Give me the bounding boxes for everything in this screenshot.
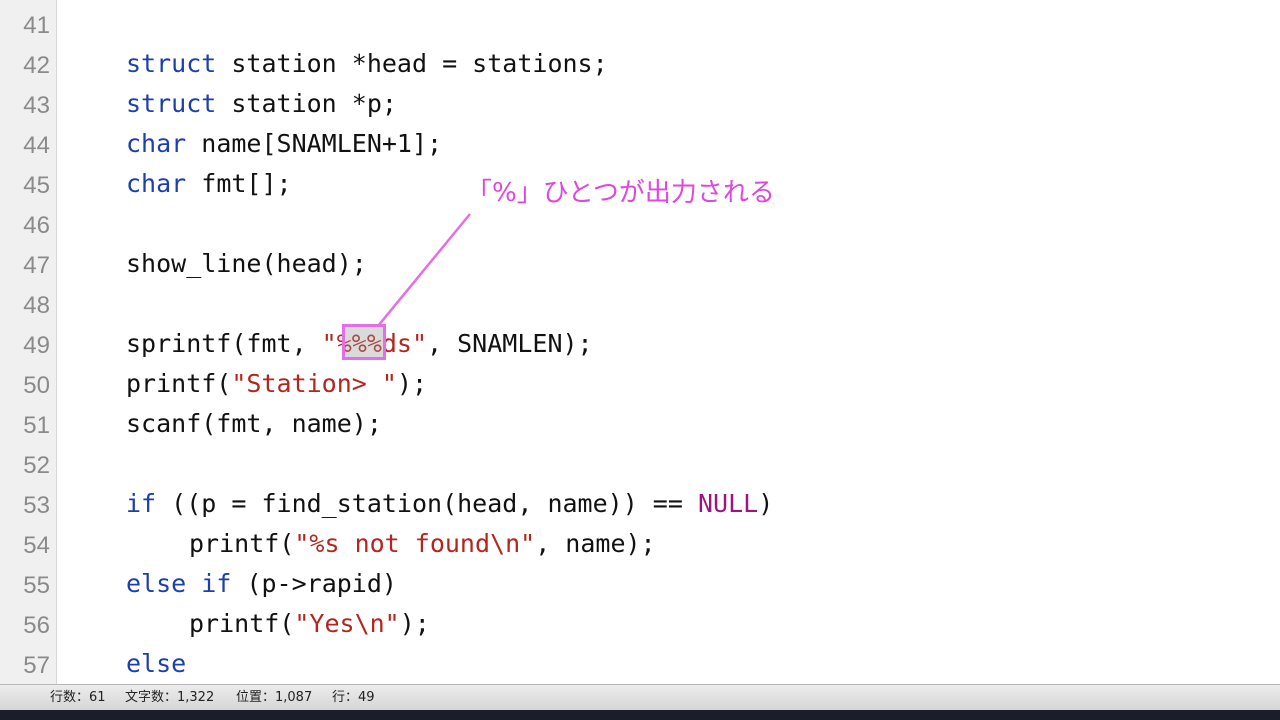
line-number: 52 bbox=[23, 452, 50, 479]
line-number: 53 bbox=[23, 492, 50, 519]
keyword: if bbox=[126, 489, 157, 518]
line-number: 42 bbox=[23, 52, 50, 79]
annotation-callout: 「%」ひとつが出力される bbox=[466, 178, 775, 208]
code-text: fmt[]; bbox=[186, 169, 292, 198]
code-text: ); bbox=[396, 369, 428, 398]
constant: NULL bbox=[697, 489, 759, 518]
line-number: 48 bbox=[23, 292, 50, 319]
code-line-47[interactable]: show_line(head); bbox=[126, 244, 367, 284]
code-text: ((p = find_station(head, name)) == bbox=[156, 489, 698, 518]
highlight-box bbox=[342, 324, 386, 360]
code-line-42[interactable]: struct station *head = stations; bbox=[126, 44, 608, 84]
line-number: 44 bbox=[23, 132, 50, 159]
code-text: , SNAMLEN); bbox=[427, 329, 593, 358]
code-line-43[interactable]: struct station *p; bbox=[126, 84, 397, 124]
line-number: 54 bbox=[23, 532, 50, 559]
code-line-51[interactable]: scanf(fmt, name); bbox=[126, 404, 382, 444]
cursor-position: 位置：1,087 bbox=[236, 690, 313, 705]
code-line-54[interactable]: printf("%s not found\n", name); bbox=[189, 524, 656, 564]
line-number: 56 bbox=[23, 612, 50, 639]
code-text: scanf(fmt, name); bbox=[126, 409, 382, 438]
line-number: 45 bbox=[23, 172, 50, 199]
code-text: station *p; bbox=[216, 89, 397, 118]
code-text: name[SNAMLEN+1]; bbox=[186, 129, 443, 158]
code-text: printf( bbox=[189, 529, 295, 558]
code-line-57[interactable]: else bbox=[126, 644, 186, 684]
code-text: ) bbox=[758, 489, 774, 518]
line-number: 46 bbox=[23, 212, 50, 239]
string-literal: "Station> " bbox=[231, 369, 397, 398]
line-number: 49 bbox=[23, 332, 50, 359]
code-text: show_line(head); bbox=[126, 249, 367, 278]
keyword: struct bbox=[126, 89, 217, 118]
line-number: 41 bbox=[23, 12, 50, 39]
code-text: printf( bbox=[189, 609, 295, 638]
code-line-50[interactable]: printf("Station> "); bbox=[126, 364, 427, 404]
desktop-background bbox=[0, 710, 1280, 720]
keyword: char bbox=[126, 129, 187, 158]
code-editor[interactable]: 41 42 43 44 45 46 47 48 49 50 51 52 53 5… bbox=[0, 0, 1280, 684]
code-line-55[interactable]: else if (p->rapid) bbox=[126, 564, 397, 604]
code-text: , name); bbox=[535, 529, 656, 558]
line-number: 47 bbox=[23, 252, 50, 279]
line-number-gutter: 41 42 43 44 45 46 47 48 49 50 51 52 53 5… bbox=[0, 0, 57, 684]
line-number: 51 bbox=[23, 412, 50, 439]
line-count: 行数：61 bbox=[50, 690, 106, 705]
line-number: 57 bbox=[23, 652, 50, 679]
code-text: ); bbox=[399, 609, 430, 638]
keyword: char bbox=[126, 169, 187, 198]
line-number: 50 bbox=[23, 372, 50, 399]
line-number: 55 bbox=[23, 572, 50, 599]
keyword: else bbox=[126, 569, 187, 598]
code-line-53[interactable]: if ((p = find_station(head, name)) == NU… bbox=[126, 484, 773, 524]
current-row: 行：49 bbox=[332, 690, 375, 705]
code-line-45[interactable]: char fmt[]; bbox=[126, 164, 292, 204]
keyword: else bbox=[126, 649, 187, 678]
code-line-44[interactable]: char name[SNAMLEN+1]; bbox=[126, 124, 442, 164]
string-literal: "Yes\n" bbox=[294, 609, 400, 638]
status-bar: 行数：61 文字数：1,322 位置：1,087 行：49 bbox=[0, 684, 1280, 710]
line-number: 43 bbox=[23, 92, 50, 119]
code-text: station *head = stations; bbox=[216, 49, 608, 78]
code-line-56[interactable]: printf("Yes\n"); bbox=[189, 604, 430, 644]
keyword: if bbox=[201, 569, 232, 598]
code-text: sprintf(fmt, bbox=[126, 329, 322, 358]
code-text: printf( bbox=[126, 369, 232, 398]
keyword: struct bbox=[126, 49, 217, 78]
string-literal: "%s not found\n" bbox=[294, 529, 536, 558]
code-text: (p->rapid) bbox=[231, 569, 397, 598]
char-count: 文字数：1,322 bbox=[125, 690, 215, 705]
